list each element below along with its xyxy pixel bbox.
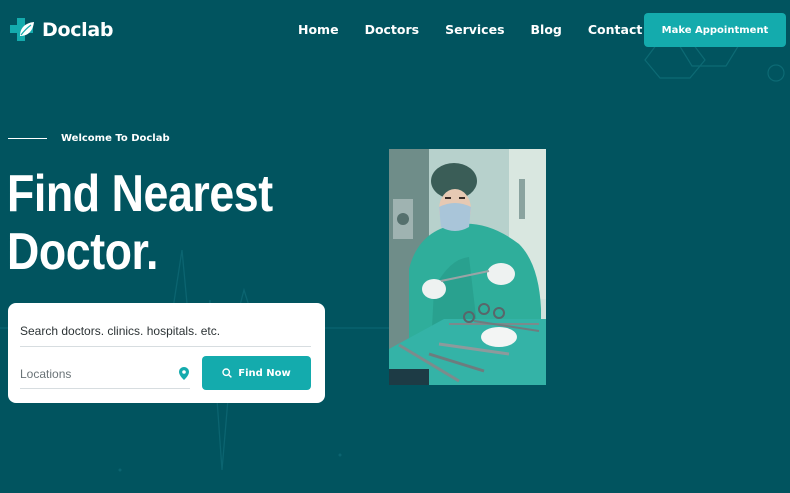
location-pin-icon (179, 367, 189, 380)
nav-link-blog[interactable]: Blog (531, 22, 562, 37)
logo-cross-leaf-icon (10, 18, 34, 41)
nav-link-services[interactable]: Services (445, 22, 504, 37)
find-now-button[interactable]: Find Now (202, 356, 311, 390)
nav-link-contact[interactable]: Contact (588, 22, 642, 37)
eyebrow-divider (8, 138, 47, 139)
hero-eyebrow: Welcome To Doclab (8, 133, 170, 144)
eyebrow-text: Welcome To Doclab (61, 133, 170, 144)
main-nav: Home Doctors Services Blog Contact (298, 22, 642, 37)
make-appointment-button[interactable]: Make Appointment (644, 13, 786, 47)
search-query-input[interactable] (20, 315, 311, 347)
location-input[interactable] (20, 359, 190, 389)
doctor-search-card: Find Now (8, 303, 325, 403)
surgeon-photo (389, 149, 546, 385)
brand-logo[interactable]: Doclab (8, 16, 114, 44)
hero-title-line-2: Doctor. (7, 223, 159, 281)
nav-link-doctors[interactable]: Doctors (365, 22, 420, 37)
hero-title: Find Nearest Doctor. (7, 165, 317, 281)
hero-title-line-1: Find Nearest (7, 165, 273, 223)
find-now-label: Find Now (238, 367, 291, 379)
search-icon (222, 368, 233, 378)
brand-name: Doclab (42, 19, 114, 41)
nav-link-home[interactable]: Home (298, 22, 339, 37)
